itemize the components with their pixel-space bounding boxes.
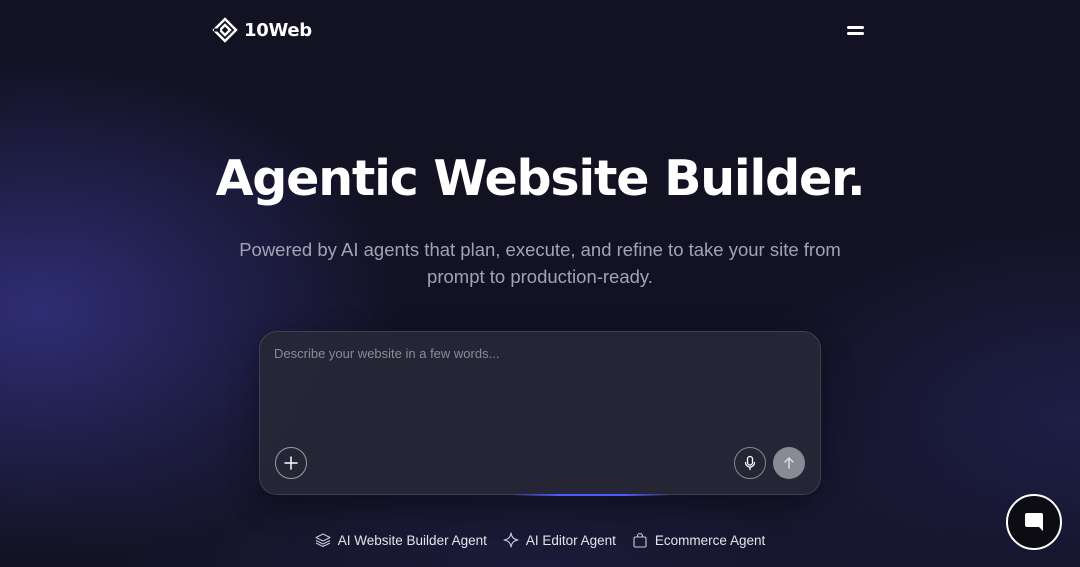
agent-link-editor[interactable]: AI Editor Agent xyxy=(503,530,616,550)
agent-label: Ecommerce Agent xyxy=(654,532,766,548)
sparkle-icon xyxy=(503,532,519,548)
brand-logo[interactable]: 10Web xyxy=(212,17,312,43)
microphone-icon xyxy=(744,455,756,471)
chat-bubble-icon xyxy=(1025,513,1043,531)
layers-icon xyxy=(315,533,331,548)
voice-input-button[interactable] xyxy=(734,447,766,479)
10web-diamond-logo-icon xyxy=(212,17,238,43)
arrow-up-icon xyxy=(784,457,794,469)
input-accent-glow xyxy=(511,494,671,496)
agent-link-website-builder[interactable]: AI Website Builder Agent xyxy=(315,530,487,550)
agent-links: AI Website Builder Agent AI Editor Agent… xyxy=(0,530,1080,550)
prompt-box xyxy=(259,331,821,496)
agent-link-ecommerce[interactable]: Ecommerce Agent xyxy=(632,530,765,550)
send-prompt-button[interactable] xyxy=(773,447,805,479)
shopping-bag-icon xyxy=(633,532,647,548)
page-title: Agentic Website Builder. xyxy=(215,150,866,207)
agent-label: AI Website Builder Agent xyxy=(337,532,487,548)
logo-text: 10Web xyxy=(244,19,312,41)
hamburger-menu-icon[interactable] xyxy=(846,24,866,38)
plus-icon xyxy=(284,456,298,470)
chat-widget-button[interactable] xyxy=(1006,494,1062,550)
add-attachment-button[interactable] xyxy=(275,447,307,479)
agent-label: AI Editor Agent xyxy=(525,532,616,548)
page-subtitle: Powered by AI agents that plan, execute,… xyxy=(239,239,841,287)
website-description-input[interactable] xyxy=(274,346,804,436)
top-navigation: 10Web xyxy=(0,0,1080,62)
